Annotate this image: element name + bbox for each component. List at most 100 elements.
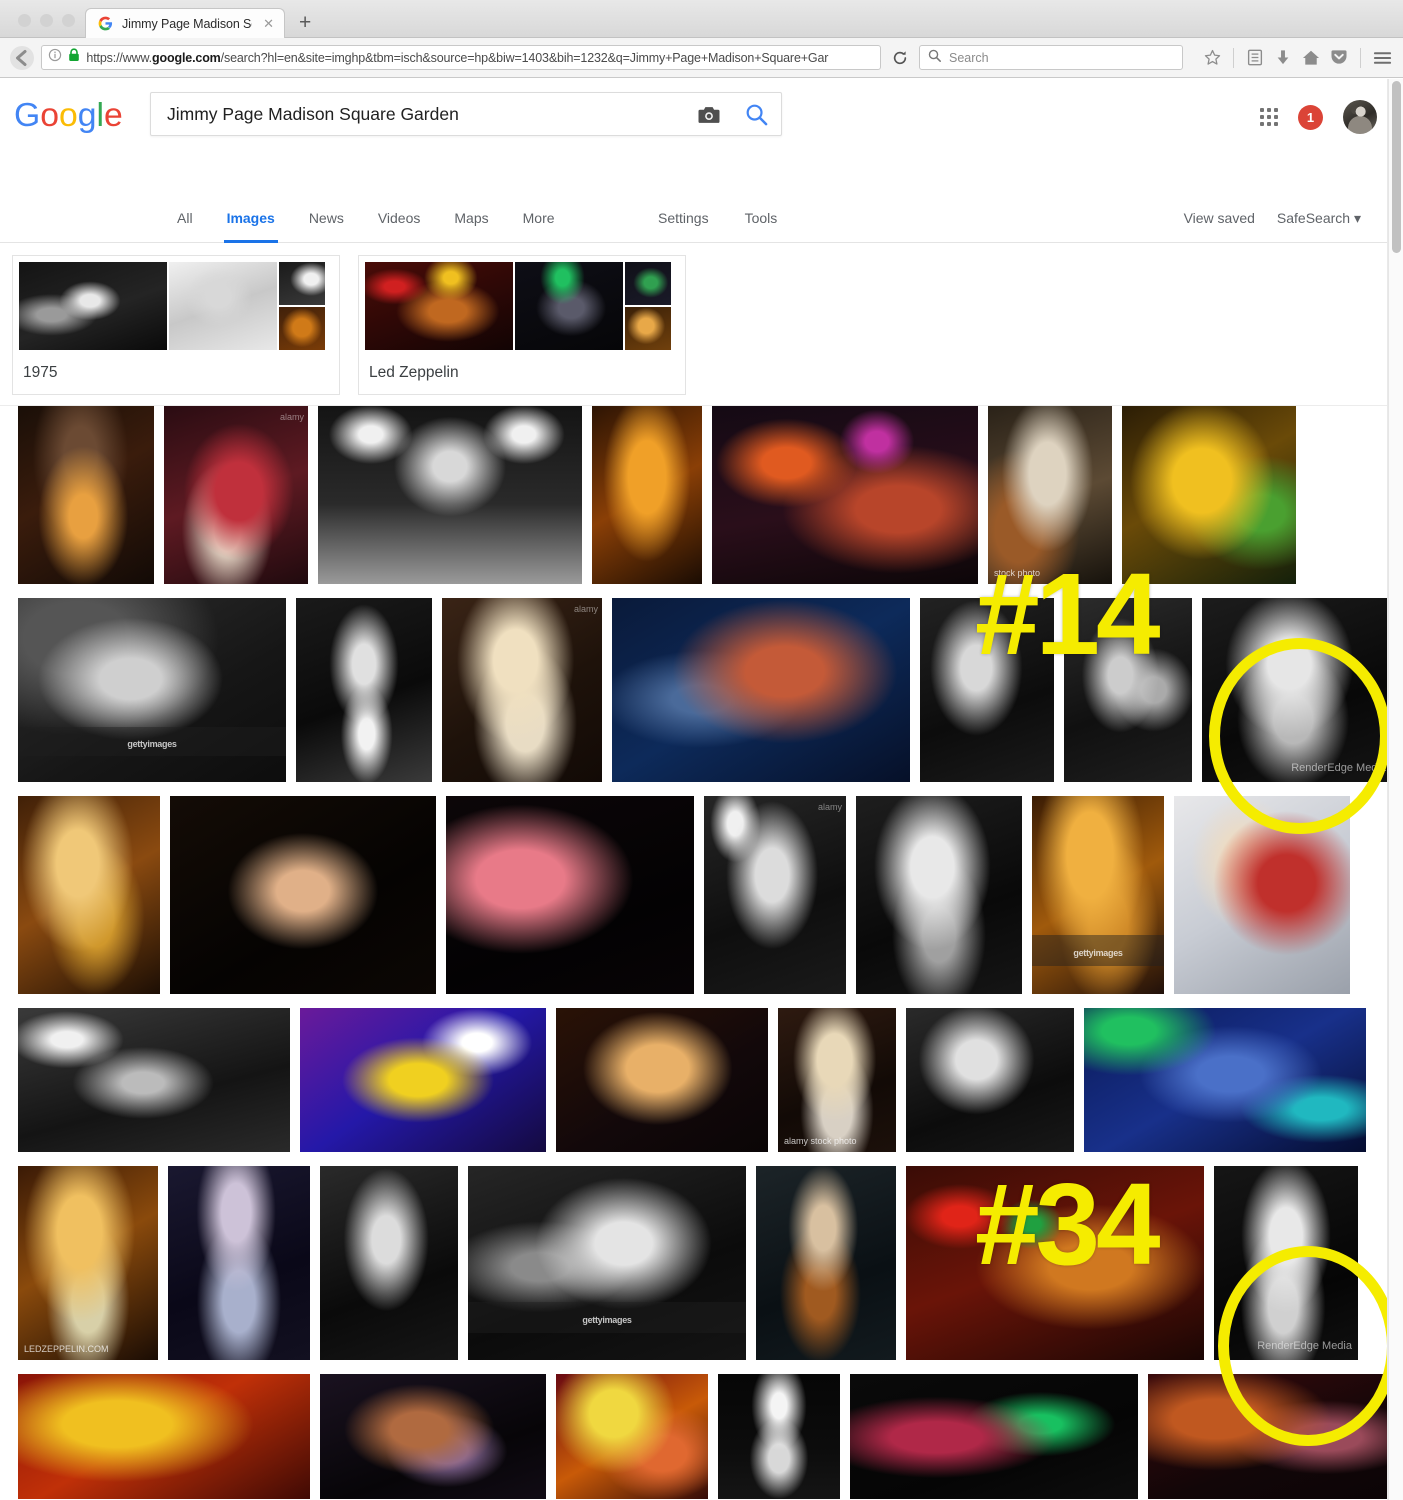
image-result-tile[interactable] xyxy=(18,1374,310,1499)
image-result-tile[interactable] xyxy=(320,1166,458,1360)
tools-button[interactable]: Tools xyxy=(727,210,796,226)
settings-button[interactable]: Settings xyxy=(640,210,727,226)
avatar[interactable] xyxy=(1343,100,1377,134)
image-result-tile[interactable]: LEDZEPPELIN.COM xyxy=(18,1166,158,1360)
image-result-tile[interactable] xyxy=(1148,1374,1403,1499)
image-result-tile[interactable]: stock photo xyxy=(988,406,1112,584)
image-row: LEDZEPPELIN.COM gettyimages RenderEdge Med… xyxy=(18,1166,1403,1360)
url-bar[interactable]: https://www.google.com/search?hl=en&site… xyxy=(41,45,882,70)
pocket-icon[interactable] xyxy=(1326,44,1352,72)
image-result-tile[interactable]: RenderEdge Media xyxy=(1202,598,1392,782)
maximize-window-button[interactable] xyxy=(62,14,75,27)
image-content xyxy=(704,796,846,994)
menu-icon[interactable] xyxy=(1369,44,1395,72)
home-icon[interactable] xyxy=(1298,44,1324,72)
image-result-tile[interactable] xyxy=(300,1008,546,1152)
image-result-tile[interactable]: gettyimages xyxy=(18,598,286,782)
related-search-card[interactable]: Led Zeppelin xyxy=(358,255,686,395)
tab-news[interactable]: News xyxy=(292,193,361,243)
related-search-card[interactable]: 1975 xyxy=(12,255,340,395)
image-content xyxy=(612,598,910,782)
search-input[interactable] xyxy=(151,103,687,125)
window-controls[interactable] xyxy=(10,14,85,37)
page-info-icon[interactable] xyxy=(48,48,62,67)
tab-more[interactable]: More xyxy=(506,193,572,243)
image-content xyxy=(592,406,702,584)
image-result-tile[interactable]: RenderEdge Media xyxy=(1214,1166,1358,1360)
image-result-tile[interactable] xyxy=(920,598,1054,782)
image-result-tile[interactable] xyxy=(318,406,582,584)
search-submit-icon[interactable] xyxy=(731,103,781,126)
image-result-tile[interactable] xyxy=(1122,406,1296,584)
image-content xyxy=(718,1374,840,1499)
image-result-tile[interactable] xyxy=(18,406,154,584)
image-result-tile[interactable] xyxy=(850,1374,1138,1499)
tab-all[interactable]: All xyxy=(160,193,210,243)
image-result-tile[interactable] xyxy=(170,796,436,994)
download-icon[interactable] xyxy=(1270,44,1296,72)
image-result-tile[interactable] xyxy=(718,1374,840,1499)
image-result-tile[interactable] xyxy=(906,1008,1074,1152)
image-result-tile[interactable] xyxy=(446,796,694,994)
image-content xyxy=(1084,1008,1366,1152)
tab-maps[interactable]: Maps xyxy=(437,193,505,243)
image-result-tile[interactable]: alamy xyxy=(164,406,308,584)
notification-badge[interactable]: 1 xyxy=(1298,104,1323,130)
browser-tab[interactable]: Jimmy Page Madison Square ✕ xyxy=(85,8,285,38)
image-result-tile[interactable] xyxy=(756,1166,896,1360)
thumbnail xyxy=(279,262,325,305)
camera-icon[interactable] xyxy=(687,105,731,124)
image-result-tile[interactable]: alamy xyxy=(704,796,846,994)
image-result-tile[interactable]: gettyimages xyxy=(1032,796,1164,994)
apps-grid-icon[interactable] xyxy=(1260,108,1278,126)
tab-videos[interactable]: Videos xyxy=(361,193,438,243)
image-result-tile[interactable]: alamy stock photo xyxy=(778,1008,896,1152)
search-tools: Settings Tools xyxy=(640,193,795,243)
image-row xyxy=(18,1374,1403,1499)
image-result-tile[interactable]: gettyimages xyxy=(468,1166,746,1360)
image-result-tile[interactable] xyxy=(168,1166,310,1360)
image-result-tile[interactable] xyxy=(556,1374,708,1499)
image-result-tile[interactable] xyxy=(556,1008,768,1152)
navigation-toolbar: https://www.google.com/search?hl=en&site… xyxy=(0,38,1403,78)
image-result-tile[interactable] xyxy=(1084,1008,1366,1152)
image-watermark: gettyimages xyxy=(1073,948,1123,959)
reading-list-icon[interactable] xyxy=(1242,44,1268,72)
image-result-tile[interactable] xyxy=(856,796,1022,994)
bookmark-star-icon[interactable] xyxy=(1199,44,1225,72)
new-tab-button[interactable]: + xyxy=(285,12,325,37)
safesearch-dropdown[interactable]: SafeSearch ▾ xyxy=(1277,210,1361,227)
image-result-tile[interactable] xyxy=(296,598,432,782)
close-window-button[interactable] xyxy=(18,14,31,27)
minimize-window-button[interactable] xyxy=(40,14,53,27)
view-saved-link[interactable]: View saved xyxy=(1184,210,1255,226)
image-result-tile[interactable] xyxy=(1064,598,1192,782)
toolbar-search-input[interactable]: Search xyxy=(919,45,1183,70)
scrollbar-thumb[interactable] xyxy=(1392,81,1401,253)
google-logo[interactable]: Google xyxy=(14,96,138,143)
image-content xyxy=(18,1374,310,1499)
image-result-tile[interactable] xyxy=(592,406,702,584)
back-arrow-icon[interactable] xyxy=(8,43,35,73)
image-watermark: alamy xyxy=(573,604,598,614)
image-result-tile[interactable] xyxy=(18,796,160,994)
image-result-tile[interactable] xyxy=(320,1374,546,1499)
image-result-tile[interactable] xyxy=(712,406,978,584)
reload-icon[interactable] xyxy=(887,45,913,71)
related-thumbnails xyxy=(13,256,339,356)
tab-images[interactable]: Images xyxy=(210,193,292,243)
image-result-tile[interactable] xyxy=(18,1008,290,1152)
close-icon[interactable]: ✕ xyxy=(261,17,276,30)
image-result-tile[interactable] xyxy=(1174,796,1350,994)
image-result-tile[interactable] xyxy=(906,1166,1204,1360)
image-content xyxy=(1064,598,1192,782)
search-type-tabs: All Images News Videos Maps More xyxy=(160,193,572,243)
image-content xyxy=(556,1008,768,1152)
image-result-tile[interactable]: alamy xyxy=(442,598,602,782)
url-text[interactable]: https://www.google.com/search?hl=en&site… xyxy=(86,51,874,65)
image-result-tile[interactable] xyxy=(612,598,910,782)
browser-window: Jimmy Page Madison Square ✕ + xyxy=(0,0,1403,1500)
thumbnail xyxy=(279,307,325,350)
vertical-scrollbar[interactable] xyxy=(1388,79,1403,1500)
google-search-box[interactable] xyxy=(150,92,782,136)
